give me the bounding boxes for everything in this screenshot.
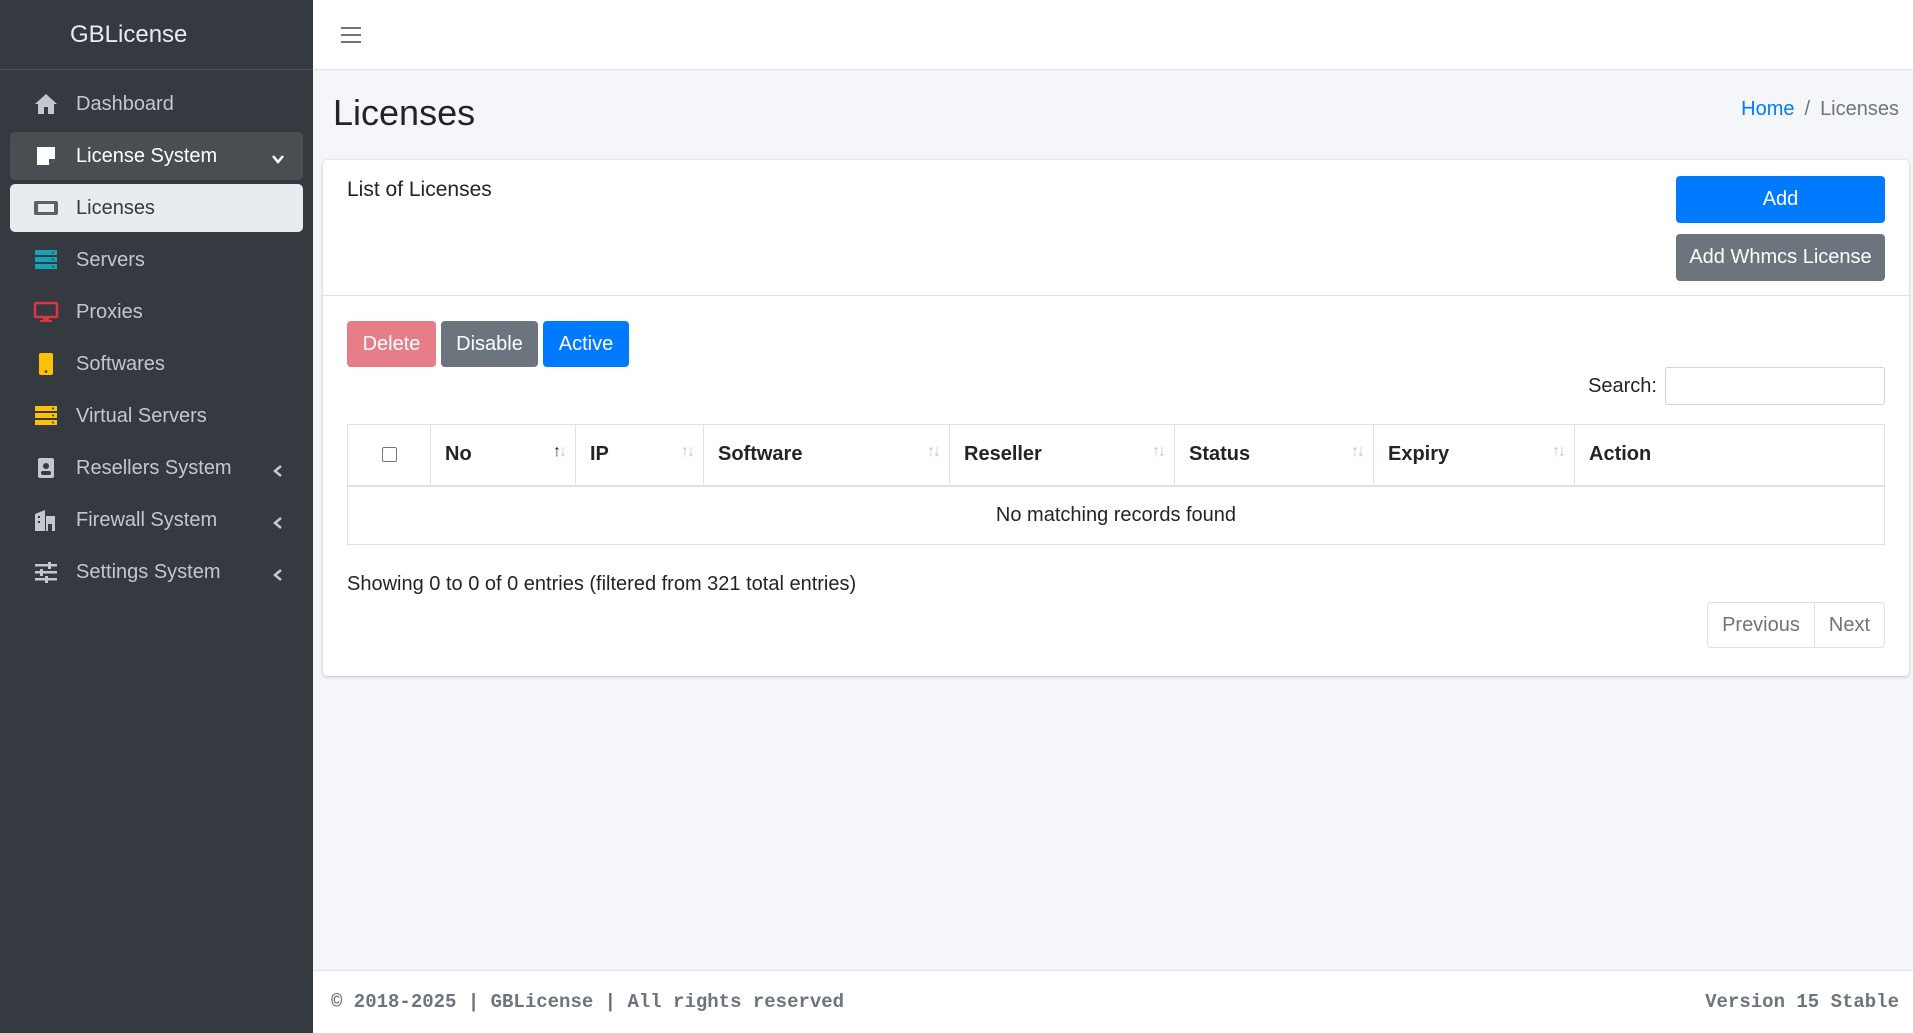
sidebar-item-label: Virtual Servers — [76, 404, 207, 427]
id-badge-icon — [32, 456, 60, 480]
column-header-label: Expiry — [1388, 443, 1450, 466]
sidebar-item-label: Dashboard — [76, 92, 174, 115]
search-label: Search: — [1588, 374, 1657, 397]
server-stack-icon — [32, 404, 60, 428]
sidebar-item-label: License System — [76, 144, 218, 167]
chevron-down-icon — [271, 149, 285, 164]
column-header-ip[interactable]: IP ↑↓ — [575, 424, 704, 487]
server-icon — [32, 248, 60, 272]
column-header-label: Reseller — [964, 443, 1042, 466]
chevron-left-icon — [271, 565, 285, 581]
page-title: Licenses — [333, 92, 476, 133]
sidebar-item-firewall-system[interactable]: Firewall System — [10, 496, 303, 544]
active-button[interactable]: Active — [543, 321, 629, 367]
sidebar-item-licenses[interactable]: Licenses — [10, 184, 303, 232]
column-header-action: Action — [1574, 424, 1885, 487]
sidebar-nav: Dashboard License System Licenses Server… — [0, 70, 313, 610]
column-header-expiry[interactable]: Expiry ↑↓ — [1373, 424, 1575, 487]
licenses-card: List of Licenses Add Add Whmcs License D… — [323, 160, 1909, 676]
sort-icon: ↑↓ — [1152, 443, 1166, 460]
sticky-note-icon — [32, 144, 60, 168]
sort-icon: ↑↓ — [1552, 443, 1566, 460]
sort-icon: ↑↓ — [681, 443, 695, 460]
breadcrumb-separator: / — [1804, 98, 1811, 120]
sidebar-item-label: Firewall System — [76, 508, 218, 531]
table-row: No matching records found — [347, 485, 1885, 545]
disable-button[interactable]: Disable — [441, 321, 538, 367]
content-header: Licenses Home / Licenses — [313, 70, 1913, 160]
topbar — [313, 0, 1913, 70]
desktop-icon — [32, 300, 60, 324]
chevron-left-icon — [271, 461, 285, 477]
sidebar-item-label: Proxies — [76, 300, 143, 323]
sidebar-item-proxies[interactable]: Proxies — [10, 288, 303, 336]
sidebar-item-settings-system[interactable]: Settings System — [10, 548, 303, 596]
card-header: List of Licenses Add Add Whmcs License — [323, 160, 1909, 296]
licenses-table: No ↑↓ IP ↑↓ Software ↑↓ Reseller ↑↓ Stat… — [347, 424, 1885, 545]
add-button[interactable]: Add — [1676, 176, 1885, 223]
sort-asc-icon: ↑↓ — [553, 443, 567, 460]
empty-table-message: No matching records found — [347, 485, 1885, 545]
table-info: Showing 0 to 0 of 0 entries (filtered fr… — [347, 573, 857, 595]
sort-icon: ↑↓ — [1351, 443, 1365, 460]
sidebar-item-softwares[interactable]: Softwares — [10, 340, 303, 388]
sidebar: GBLicense Dashboard License System Licen… — [0, 0, 313, 1033]
column-header-no[interactable]: No ↑↓ — [430, 424, 576, 487]
sort-icon: ↑↓ — [927, 443, 941, 460]
sidebar-item-label: Licenses — [76, 196, 155, 219]
column-header-label: No — [445, 443, 472, 466]
breadcrumb-home-link[interactable]: Home — [1741, 98, 1794, 121]
search-group: Search: — [1588, 367, 1885, 405]
sidebar-item-label: Softwares — [76, 352, 165, 375]
sidebar-item-license-system[interactable]: License System — [10, 132, 303, 180]
column-header-label: Status — [1189, 443, 1251, 466]
sidebar-item-resellers-system[interactable]: Resellers System — [10, 444, 303, 492]
search-input[interactable] — [1665, 367, 1885, 405]
home-icon — [32, 92, 60, 116]
table-header-row: No ↑↓ IP ↑↓ Software ↑↓ Reseller ↑↓ Stat… — [347, 424, 1885, 487]
column-header-label: Action — [1589, 443, 1652, 466]
column-header-label: IP — [590, 443, 609, 466]
column-header-label: Software — [718, 443, 803, 466]
sidebar-item-label: Resellers System — [76, 456, 232, 479]
breadcrumb-current: Licenses — [1820, 98, 1899, 120]
sidebar-item-label: Servers — [76, 248, 145, 271]
select-all-header — [347, 424, 431, 487]
sidebar-item-virtual-servers[interactable]: Virtual Servers — [10, 392, 303, 440]
bulk-actions: Delete Disable Active — [347, 321, 629, 367]
previous-page-button[interactable]: Previous — [1708, 603, 1814, 647]
building-icon — [32, 508, 60, 532]
footer-copyright: © 2018-2025 | GBLicense | All rights res… — [331, 991, 845, 1013]
card-title: List of Licenses — [347, 178, 492, 201]
add-whmcs-license-button[interactable]: Add Whmcs License — [1676, 234, 1885, 281]
column-header-software[interactable]: Software ↑↓ — [703, 424, 950, 487]
breadcrumb: Home / Licenses — [1741, 98, 1899, 121]
footer: © 2018-2025 | GBLicense | All rights res… — [313, 970, 1913, 1033]
mobile-icon — [32, 352, 60, 376]
footer-version: Version 15 Stable — [1705, 991, 1899, 1013]
column-header-status[interactable]: Status ↑↓ — [1174, 424, 1374, 487]
next-page-button[interactable]: Next — [1813, 603, 1884, 647]
sliders-icon — [32, 560, 60, 584]
delete-button[interactable]: Delete — [347, 321, 436, 367]
ticket-icon — [32, 196, 60, 220]
sidebar-item-servers[interactable]: Servers — [10, 236, 303, 284]
chevron-left-icon — [271, 513, 285, 529]
sidebar-item-dashboard[interactable]: Dashboard — [10, 80, 303, 128]
pagination: Previous Next — [1707, 602, 1885, 648]
brand-logo-text[interactable]: GBLicense — [0, 0, 313, 70]
select-all-checkbox[interactable] — [381, 447, 397, 463]
column-header-reseller[interactable]: Reseller ↑↓ — [949, 424, 1175, 487]
sidebar-item-label: Settings System — [76, 560, 221, 583]
hamburger-menu-icon[interactable] — [341, 26, 361, 43]
